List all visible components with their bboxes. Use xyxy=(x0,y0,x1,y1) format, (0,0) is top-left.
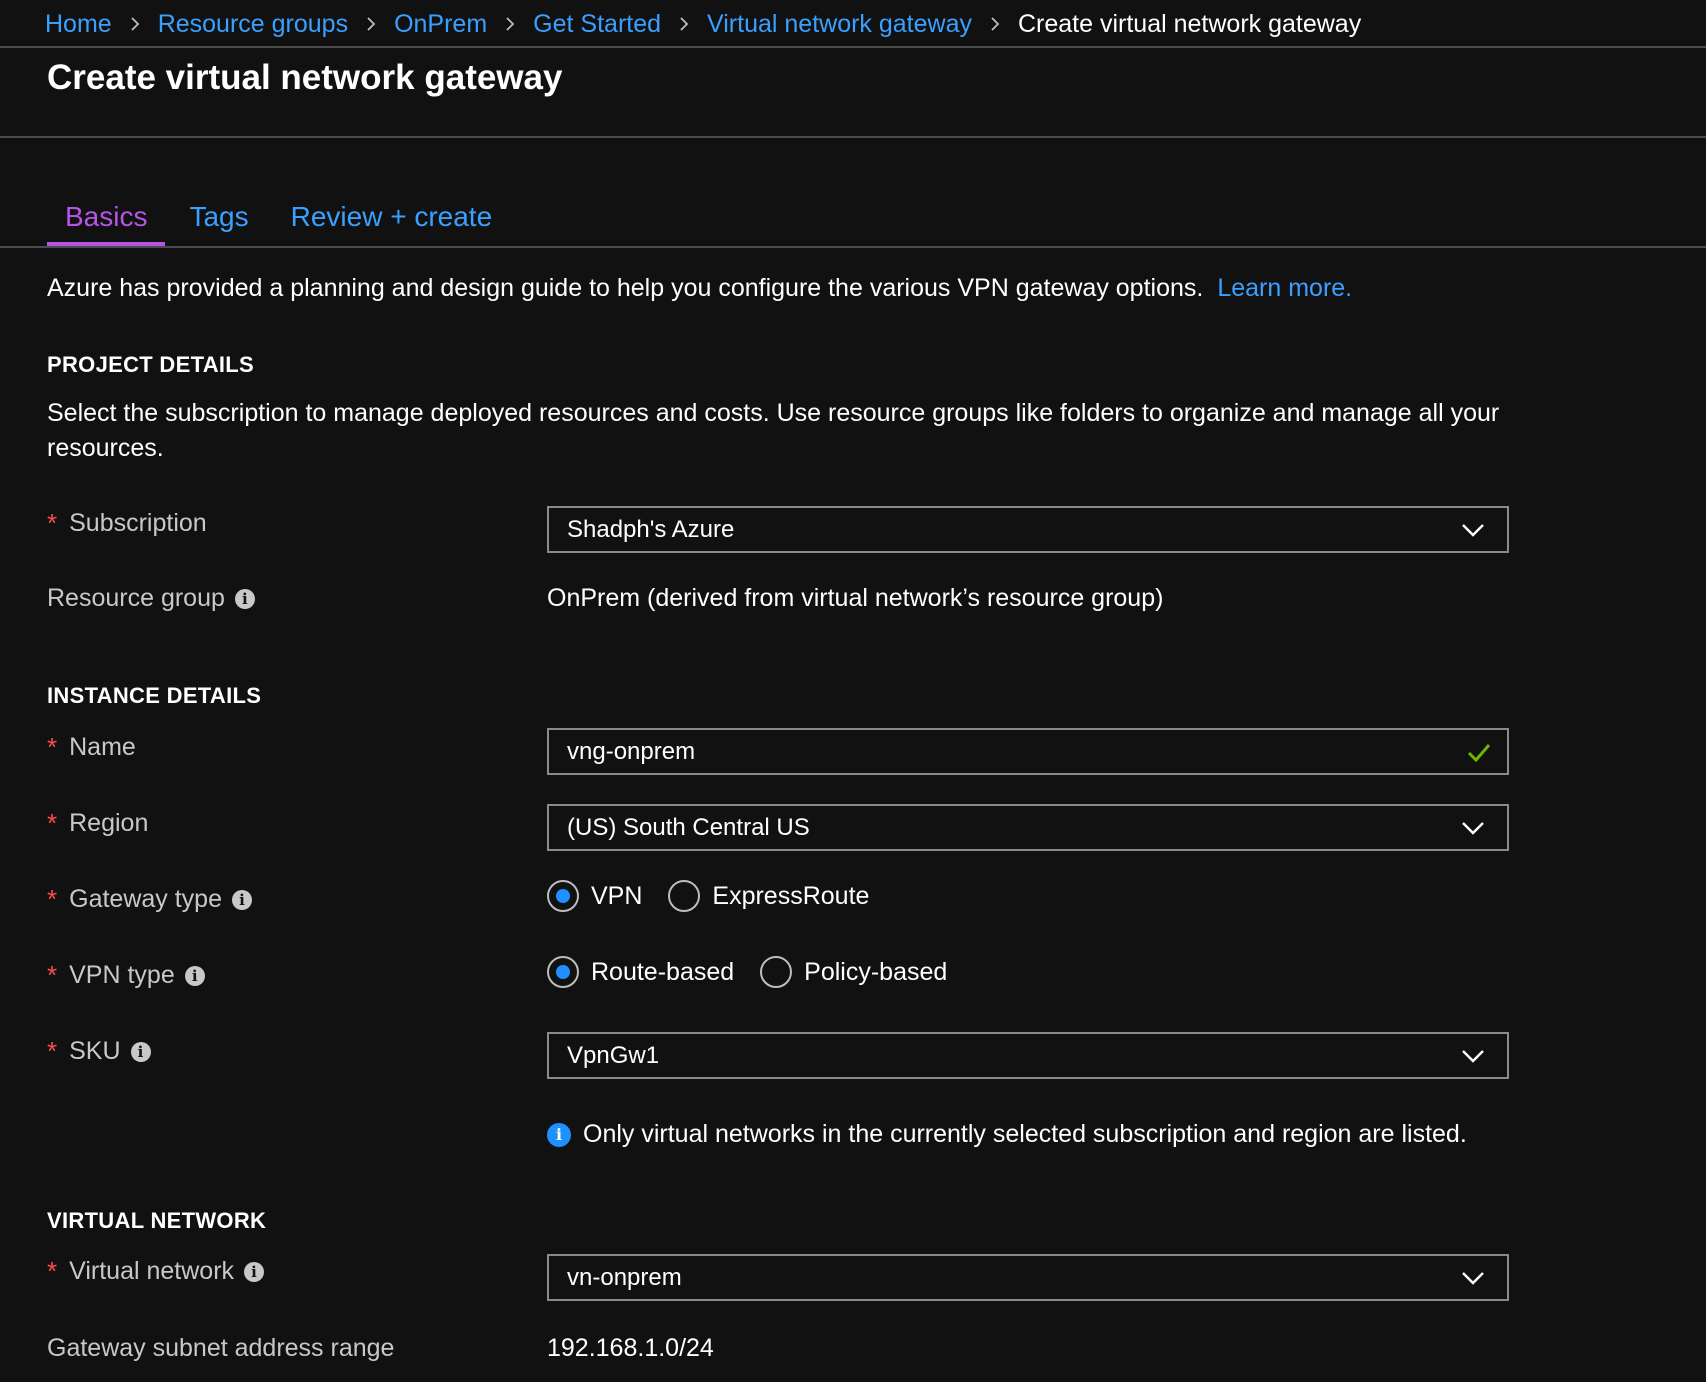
chevron-right-icon xyxy=(366,16,376,32)
vpn-type-policy-based-radio[interactable]: Policy-based xyxy=(760,956,947,988)
subscription-value: Shadph's Azure xyxy=(567,515,735,543)
region-dropdown[interactable]: (US) South Central US xyxy=(547,804,1509,851)
virtual-network-heading: VIRTUAL NETWORK xyxy=(47,1208,267,1233)
page-title: Create virtual network gateway xyxy=(47,58,563,97)
chevron-down-icon xyxy=(1461,520,1489,540)
info-icon[interactable]: i xyxy=(234,588,255,609)
breadcrumb-current: Create virtual network gateway xyxy=(1018,9,1362,38)
breadcrumb-onprem[interactable]: OnPrem xyxy=(394,10,487,39)
required-asterisk: * xyxy=(47,960,58,990)
intro-text: Azure has provided a planning and design… xyxy=(47,274,1204,302)
chevron-right-icon xyxy=(130,16,140,32)
gateway-subnet-value: 192.168.1.0/24 xyxy=(547,1334,714,1362)
name-label: * Name xyxy=(47,732,136,763)
virtual-network-label-text: Virtual network xyxy=(69,1257,235,1285)
breadcrumb-get-started[interactable]: Get Started xyxy=(533,10,661,39)
gateway-subnet-label-text: Gateway subnet address range xyxy=(47,1334,395,1362)
required-asterisk: * xyxy=(47,1036,58,1066)
region-value: (US) South Central US xyxy=(567,813,810,841)
radio-label: Policy-based xyxy=(804,957,948,986)
gateway-type-radio-group: VPN ExpressRoute xyxy=(547,880,895,912)
sku-value: VpnGw1 xyxy=(567,1041,660,1069)
tab-bar: Basics Tags Review + create xyxy=(47,190,510,248)
breadcrumb-home[interactable]: Home xyxy=(45,10,112,39)
radio-unselected-icon xyxy=(668,880,701,912)
gateway-type-label: * Gateway type i xyxy=(47,884,252,915)
create-vng-page: Home Resource groups OnPrem Get Started … xyxy=(0,0,1706,1382)
tab-review-create[interactable]: Review + create xyxy=(273,190,511,246)
vnet-filter-note: i Only virtual networks in the currently… xyxy=(547,1120,1467,1149)
resource-group-label-text: Resource group xyxy=(47,584,225,612)
chevron-down-icon xyxy=(1461,1046,1489,1066)
chevron-down-icon xyxy=(1461,818,1489,838)
instance-details-heading: INSTANCE DETAILS xyxy=(47,683,262,708)
region-label: * Region xyxy=(47,808,148,839)
tab-tags[interactable]: Tags xyxy=(171,190,266,246)
resource-group-value: OnPrem (derived from virtual network’s r… xyxy=(547,584,1164,612)
region-label-text: Region xyxy=(69,809,149,837)
info-icon[interactable]: i xyxy=(184,965,205,986)
required-asterisk: * xyxy=(47,808,58,838)
subscription-label: * Subscription xyxy=(47,508,207,539)
gateway-type-expressroute-radio[interactable]: ExpressRoute xyxy=(668,880,869,912)
required-asterisk: * xyxy=(47,508,58,538)
radio-label: VPN xyxy=(591,881,643,910)
intro-text-row: Azure has provided a planning and design… xyxy=(47,274,1352,303)
project-details-heading: PROJECT DETAILS xyxy=(47,352,255,377)
vpn-type-radio-group: Route-based Policy-based xyxy=(547,956,973,988)
breadcrumb-divider xyxy=(0,46,1706,48)
name-input[interactable]: vng-onprem xyxy=(547,728,1509,775)
project-details-description: Select the subscription to manage deploy… xyxy=(47,399,1500,462)
learn-more-link[interactable]: Learn more. xyxy=(1217,274,1352,302)
info-icon[interactable]: i xyxy=(244,1261,265,1282)
vpn-type-label-text: VPN type xyxy=(69,961,175,989)
gateway-subnet-label: Gateway subnet address range xyxy=(47,1334,394,1363)
subscription-dropdown[interactable]: Shadph's Azure xyxy=(547,506,1509,553)
required-asterisk: * xyxy=(47,884,58,914)
tab-divider xyxy=(0,246,1706,248)
breadcrumb: Home Resource groups OnPrem Get Started … xyxy=(45,4,1361,44)
chevron-right-icon xyxy=(679,16,689,32)
sku-dropdown[interactable]: VpnGw1 xyxy=(547,1032,1509,1079)
radio-label: ExpressRoute xyxy=(712,881,870,910)
info-icon: i xyxy=(547,1122,571,1147)
vpn-type-route-based-radio[interactable]: Route-based xyxy=(547,956,734,988)
note-text: Only virtual networks in the currently s… xyxy=(583,1120,1467,1148)
tab-basics[interactable]: Basics xyxy=(47,190,166,246)
radio-label: Route-based xyxy=(591,957,735,986)
breadcrumb-virtual-network-gateway[interactable]: Virtual network gateway xyxy=(707,10,972,39)
required-asterisk: * xyxy=(47,732,58,762)
vpn-type-label: * VPN type i xyxy=(47,960,205,991)
required-asterisk: * xyxy=(47,1256,58,1286)
virtual-network-value: vn-onprem xyxy=(567,1263,682,1291)
chevron-right-icon xyxy=(990,16,1000,32)
subscription-label-text: Subscription xyxy=(69,509,207,537)
gateway-type-label-text: Gateway type xyxy=(69,885,222,913)
resource-group-label: Resource group i xyxy=(47,584,255,613)
virtual-network-label: * Virtual network i xyxy=(47,1256,265,1287)
breadcrumb-resource-groups[interactable]: Resource groups xyxy=(158,10,348,39)
info-icon[interactable]: i xyxy=(130,1041,151,1062)
checkmark-icon xyxy=(1467,741,1493,763)
virtual-network-dropdown[interactable]: vn-onprem xyxy=(547,1254,1509,1301)
name-label-text: Name xyxy=(69,733,136,761)
radio-selected-icon xyxy=(547,880,579,912)
radio-selected-icon xyxy=(547,956,579,988)
name-value: vng-onprem xyxy=(567,737,696,765)
gateway-type-vpn-radio[interactable]: VPN xyxy=(547,880,642,912)
chevron-down-icon xyxy=(1461,1268,1489,1288)
radio-unselected-icon xyxy=(760,956,793,988)
header-divider xyxy=(0,136,1706,138)
chevron-right-icon xyxy=(505,16,515,32)
sku-label: * SKU i xyxy=(47,1036,151,1067)
info-icon[interactable]: i xyxy=(231,889,252,910)
sku-label-text: SKU xyxy=(69,1037,121,1065)
